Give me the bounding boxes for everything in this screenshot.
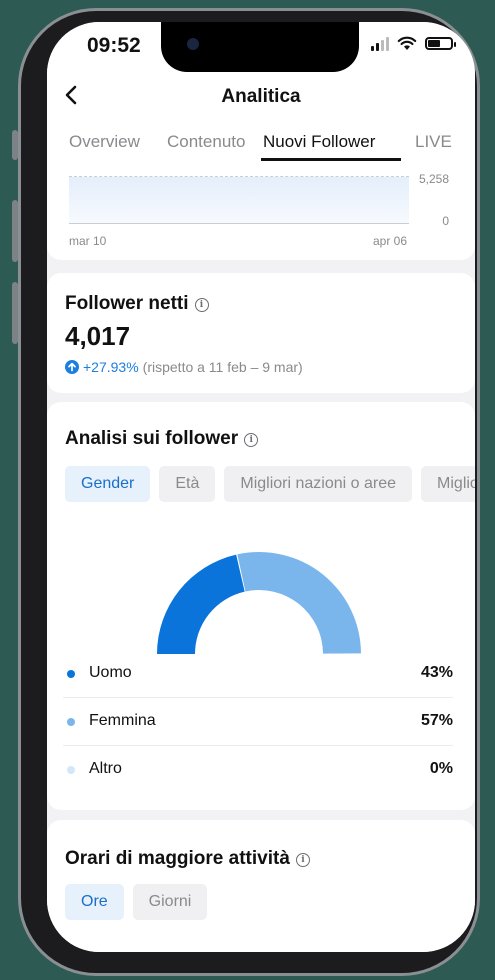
- chip-gender[interactable]: Gender: [65, 466, 151, 502]
- volume-down-button: [12, 282, 18, 344]
- legend-dot-altro: [67, 766, 75, 774]
- screen: 09:52 Analitica Overview Contenuto Nuovi…: [47, 22, 475, 952]
- info-icon[interactable]: i: [244, 433, 259, 447]
- chip-top-countries[interactable]: Migliori nazioni o aree: [224, 466, 413, 502]
- legend-label: Altro: [89, 760, 122, 777]
- chip-ore[interactable]: Ore: [65, 884, 124, 920]
- donut-slice-femmina: [237, 552, 361, 654]
- legend-value: 43%: [420, 664, 453, 681]
- activity-title: Orari di maggiore attività: [65, 848, 290, 869]
- y-axis-max-label: 5,258: [418, 172, 449, 186]
- legend-label: Femmina: [89, 712, 156, 729]
- status-bar: 09:52: [47, 22, 475, 74]
- page-title: Analitica: [221, 86, 301, 107]
- chip-top-cities[interactable]: Miglio: [421, 466, 475, 502]
- chip-giorni[interactable]: Giorni: [132, 884, 208, 920]
- net-followers-value: 4,017: [65, 321, 131, 351]
- y-axis-min-label: 0: [442, 214, 449, 228]
- analysis-filter-chips: Gender Età Migliori nazioni o aree Migli…: [65, 466, 475, 502]
- follower-analysis-title: Analisi sui follower: [65, 428, 239, 449]
- tab-contenuto[interactable]: Contenuto: [167, 132, 245, 152]
- follower-analysis-card: Analisi sui follower i Gender Età Miglior…: [47, 402, 475, 810]
- chart-area-fill: [69, 177, 409, 223]
- gender-donut-chart: [157, 552, 361, 654]
- activity-card: Orari di maggiore attività i Ore Giorni: [47, 820, 475, 952]
- wifi-icon: [397, 36, 417, 50]
- active-tab-indicator: [261, 158, 401, 161]
- legend-label: Uomo: [89, 664, 132, 681]
- arrow-up-icon: [65, 360, 79, 374]
- donut-slice-uomo: [157, 554, 245, 654]
- chart-baseline: [69, 223, 409, 224]
- nav-bar: Analitica: [47, 74, 475, 120]
- battery-icon: [425, 37, 456, 50]
- status-time: 09:52: [87, 34, 141, 57]
- net-followers-change: +27.93% (rispetto a 11 feb – 9 mar): [65, 359, 303, 375]
- comparison-period: (rispetto a 11 feb – 9 mar): [142, 359, 303, 375]
- tab-live[interactable]: LIVE: [415, 132, 452, 152]
- followers-trend-chart: 5,258 0 mar 10 apr 06: [47, 162, 475, 260]
- net-followers-heading: Follower netti i: [65, 293, 209, 315]
- camera-icon: [187, 38, 199, 50]
- dynamic-island: [161, 22, 359, 72]
- signal-icon: [371, 36, 389, 51]
- activity-heading: Orari di maggiore attività i: [65, 848, 310, 870]
- legend-value: 0%: [429, 760, 453, 777]
- tab-nuovi-follower[interactable]: Nuovi Follower: [263, 132, 375, 152]
- net-followers-title: Follower netti: [65, 293, 189, 314]
- legend-row-femmina: Femmina 57%: [63, 698, 453, 746]
- legend-dot-femmina: [67, 718, 75, 726]
- x-axis-end-label: apr 06: [373, 234, 408, 248]
- legend-dot-uomo: [67, 670, 75, 678]
- tab-bar: Overview Contenuto Nuovi Follower LIVE: [47, 120, 475, 162]
- mute-switch: [12, 130, 18, 160]
- chip-eta[interactable]: Età: [159, 466, 216, 502]
- x-axis-start-label: mar 10: [69, 234, 107, 248]
- net-followers-card: Follower netti i 4,017 +27.93% (rispetto …: [47, 273, 475, 393]
- legend-value: 57%: [420, 712, 453, 729]
- status-icons: [371, 36, 456, 51]
- legend-row-altro: Altro 0%: [63, 746, 453, 794]
- growth-percent: +27.93%: [83, 359, 139, 375]
- legend-row-uomo: Uomo 43%: [63, 650, 453, 698]
- info-icon[interactable]: i: [295, 853, 310, 867]
- activity-filter-chips: Ore Giorni: [65, 884, 208, 920]
- info-icon[interactable]: i: [194, 298, 209, 312]
- volume-up-button: [12, 200, 18, 262]
- tab-overview[interactable]: Overview: [69, 132, 140, 152]
- follower-analysis-heading: Analisi sui follower i: [65, 428, 259, 450]
- chart-gridline: [69, 176, 409, 177]
